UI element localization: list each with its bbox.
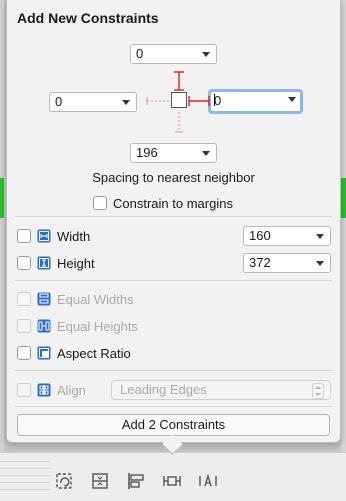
aspect-ratio-row[interactable]: Aspect Ratio	[17, 344, 131, 362]
ruler-lines	[0, 461, 50, 496]
spacing-top-value: 0	[136, 46, 144, 61]
equal-heights-checkbox[interactable]	[17, 319, 31, 333]
align-icon	[37, 383, 51, 397]
align-label: Align	[57, 382, 86, 398]
resolve-issues-icon	[199, 473, 217, 487]
height-row[interactable]: Height	[17, 254, 95, 272]
equal-heights-icon	[37, 319, 51, 333]
spacing-bottom-dropdown[interactable]: 196	[130, 143, 217, 163]
equal-widths-checkbox[interactable]	[17, 292, 31, 306]
canvas-green-marker	[0, 178, 4, 218]
align-toolbar-icon	[128, 473, 144, 489]
divider	[15, 280, 332, 281]
left-strut-icon[interactable]	[146, 97, 169, 105]
resolve-issues-button[interactable]	[195, 468, 221, 494]
canvas-green-marker	[341, 178, 346, 218]
aspect-ratio-icon	[37, 346, 51, 360]
equal-heights-row[interactable]: Equal Heights	[17, 317, 138, 335]
width-icon	[37, 229, 51, 243]
divider	[15, 216, 332, 217]
align-select[interactable]: Leading Edges	[111, 380, 331, 400]
popover-title: Add New Constraints	[17, 10, 159, 26]
equal-widths-icon	[37, 292, 51, 306]
chevron-down-icon	[316, 261, 324, 266]
align-checkbox[interactable]	[17, 383, 31, 397]
pin-button[interactable]	[159, 468, 185, 494]
aspect-ratio-label: Aspect Ratio	[57, 345, 131, 361]
equal-widths-row[interactable]: Equal Widths	[17, 290, 134, 308]
width-value: 160	[249, 228, 271, 243]
view-placeholder-box	[171, 92, 187, 108]
spacing-top-dropdown[interactable]: 0	[130, 44, 217, 64]
width-value-dropdown[interactable]: 160	[243, 226, 331, 246]
constrain-to-margins-checkbox[interactable]	[93, 196, 107, 210]
align-select-value: Leading Edges	[120, 382, 207, 397]
chevron-down-icon	[316, 234, 324, 239]
align-toolbar-button[interactable]	[123, 468, 149, 494]
width-checkbox[interactable]	[17, 229, 31, 243]
width-row[interactable]: Width	[17, 227, 90, 245]
update-frames-icon	[56, 473, 72, 489]
bottom-strut-icon[interactable]	[175, 112, 183, 133]
divider	[15, 370, 332, 371]
spacing-left-value: 0	[55, 94, 63, 109]
top-strut-icon[interactable]	[174, 71, 184, 91]
align-row[interactable]: Align	[17, 381, 86, 399]
height-checkbox[interactable]	[17, 256, 31, 270]
canvas-left-edge	[0, 0, 4, 500]
spacing-label: Spacing to nearest neighbor	[92, 170, 255, 185]
aspect-ratio-checkbox[interactable]	[17, 346, 31, 360]
chevron-down-icon	[202, 151, 210, 156]
layout-toolbar	[46, 462, 226, 500]
updown-arrows-icon	[312, 383, 324, 399]
constrain-to-margins-row[interactable]: Constrain to margins	[93, 194, 233, 212]
equal-heights-label: Equal Heights	[57, 318, 138, 334]
spacing-left-dropdown[interactable]: 0	[49, 92, 137, 112]
right-strut-icon[interactable]	[188, 96, 210, 106]
canvas-right-edge	[341, 0, 346, 500]
stack-button[interactable]	[87, 468, 113, 494]
chevron-down-icon	[288, 97, 296, 102]
height-value-dropdown[interactable]: 372	[243, 253, 331, 273]
add-constraints-button[interactable]: Add 2 Constraints	[17, 414, 330, 436]
divider	[15, 406, 332, 407]
height-icon	[37, 256, 51, 270]
pin-icon	[163, 476, 181, 486]
spacing-bottom-value: 196	[136, 145, 158, 160]
width-label: Width	[57, 228, 91, 244]
chevron-down-icon	[202, 52, 210, 57]
height-label: Height	[57, 255, 95, 271]
spacing-right-dropdown[interactable]: 0	[208, 89, 303, 114]
stack-icon	[92, 473, 108, 489]
constrain-to-margins-label: Constrain to margins	[113, 195, 233, 211]
update-frames-button[interactable]	[51, 468, 77, 494]
height-value: 372	[249, 255, 271, 270]
equal-widths-label: Equal Widths	[57, 291, 134, 307]
chevron-down-icon	[122, 100, 130, 105]
add-constraints-popover: Add New Constraints 0 0 0 196 Spacing to…	[6, 0, 341, 443]
